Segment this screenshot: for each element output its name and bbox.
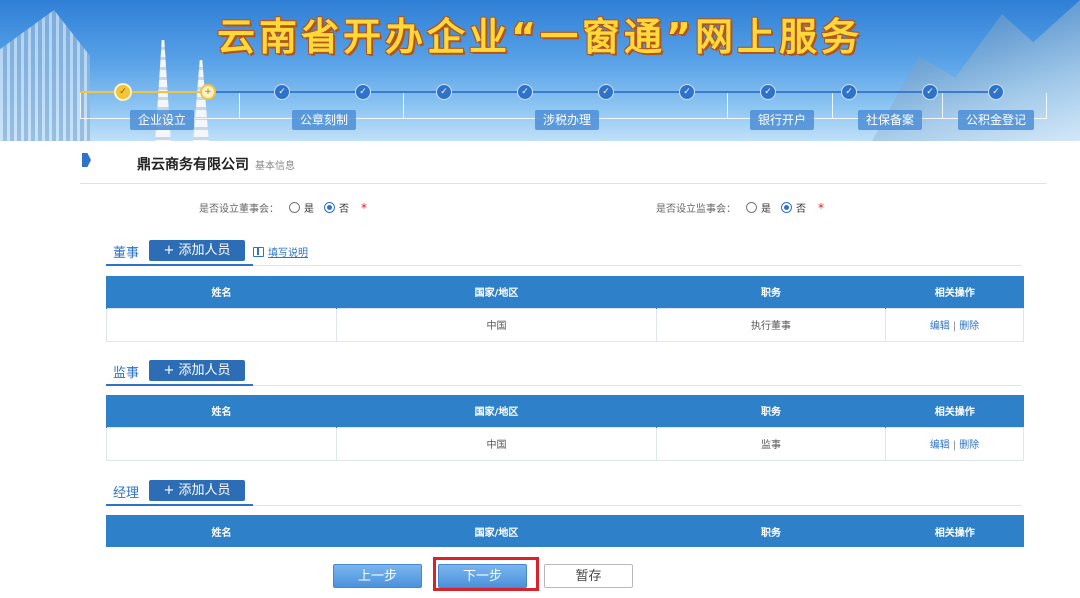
board-no-radio[interactable] (324, 202, 335, 213)
divider (253, 265, 1022, 266)
column-header-actions: 相关操作 (885, 515, 1024, 547)
column-header-actions: 相关操作 (885, 276, 1024, 308)
fill-instructions-link[interactable]: 填写说明 (253, 244, 308, 259)
add-manager-button[interactable]: + 添加人员 (149, 480, 245, 501)
delete-link[interactable]: 删除 (959, 321, 979, 332)
cell-name (106, 307, 337, 342)
previous-step-button[interactable]: 上一步 (333, 564, 422, 588)
board-no-label: 否 (339, 204, 349, 215)
current-step-icon: + (200, 84, 216, 100)
cell-country: 中国 (336, 307, 657, 342)
column-header-name: 姓名 (106, 515, 337, 547)
supervisor-board-question-label: 是否设立监事会： (656, 204, 736, 215)
header-banner: 云南省开办企业“一窗通”网上服务 ✓ + ✓ ✓ ✓ ✓ ✓ ✓ ✓ ✓ ✓ ✓… (0, 0, 1080, 141)
cell-name (106, 426, 337, 461)
supervisor-board-yes-radio[interactable] (746, 202, 757, 213)
column-header-country: 国家/地区 (336, 395, 657, 427)
company-subtitle: 基本信息 (255, 161, 295, 172)
supervisor-board-yes-label: 是 (761, 204, 771, 215)
step-label-social-security[interactable]: 社保备案 (858, 110, 923, 130)
table-row: 中国 监事 编辑 | 删除 (106, 426, 1024, 461)
edit-link[interactable]: 编辑 (930, 321, 950, 332)
cell-country: 中国 (336, 426, 657, 461)
check-icon: ✓ (274, 84, 290, 100)
check-icon: ✓ (114, 83, 132, 101)
managers-table: 姓名 国家/地区 职务 相关操作 (106, 515, 1024, 547)
check-icon: ✓ (436, 84, 452, 100)
separator: | (952, 440, 957, 451)
column-header-actions: 相关操作 (885, 395, 1024, 427)
divider (253, 385, 1022, 386)
book-icon (253, 246, 264, 257)
check-icon: ✓ (679, 84, 695, 100)
table-header-row: 姓名 国家/地区 职务 相关操作 (106, 395, 1024, 427)
edit-link[interactable]: 编辑 (930, 440, 950, 451)
company-name: 鼎云商务有限公司 (137, 157, 249, 173)
check-icon: ✓ (598, 84, 614, 100)
directors-tab-underline (106, 264, 253, 266)
step-label-bank[interactable]: 银行开户 (750, 110, 815, 130)
check-icon: ✓ (355, 84, 371, 100)
highlight-box (433, 557, 539, 591)
divider (80, 183, 1047, 184)
column-header-name: 姓名 (106, 276, 337, 308)
check-icon: ✓ (922, 84, 938, 100)
separator: | (952, 321, 957, 332)
managers-section-title: 经理 (113, 486, 140, 501)
supervisors-tab-underline (106, 384, 253, 386)
board-yes-label: 是 (304, 204, 314, 215)
supervisors-section-title: 监事 (113, 366, 140, 381)
cell-position: 执行董事 (656, 307, 886, 342)
board-yes-radio[interactable] (289, 202, 300, 213)
supervisor-board-no-label: 否 (796, 204, 806, 215)
board-question-label: 是否设立董事会： (199, 204, 279, 215)
save-draft-button[interactable]: 暂存 (544, 564, 633, 588)
section-marker-icon (82, 153, 91, 167)
column-header-position: 职务 (656, 395, 886, 427)
column-header-position: 职务 (656, 515, 886, 547)
fill-instructions-label: 填写说明 (268, 248, 308, 259)
column-header-country: 国家/地区 (336, 515, 657, 547)
check-icon: ✓ (517, 84, 533, 100)
column-header-name: 姓名 (106, 395, 337, 427)
required-marker: * (818, 200, 824, 215)
add-supervisor-button[interactable]: + 添加人员 (149, 360, 245, 381)
supervisors-table: 姓名 国家/地区 职务 相关操作 中国 监事 编辑 | 删除 (106, 395, 1024, 461)
step-label-company-setup[interactable]: 企业设立 (130, 110, 195, 130)
directors-table: 姓名 国家/地区 职务 相关操作 中国 执行董事 编辑 | 删除 (106, 276, 1024, 342)
column-header-position: 职务 (656, 276, 886, 308)
check-icon: ✓ (760, 84, 776, 100)
step-label-seal[interactable]: 公章刻制 (292, 110, 357, 130)
board-question: 是否设立董事会： 是 否 * (199, 200, 367, 216)
check-icon: ✓ (988, 84, 1004, 100)
add-director-button[interactable]: + 添加人员 (149, 240, 245, 261)
required-marker: * (361, 200, 367, 215)
column-header-country: 国家/地区 (336, 276, 657, 308)
delete-link[interactable]: 删除 (959, 440, 979, 451)
directors-section-title: 董事 (113, 246, 140, 261)
managers-tab-underline (106, 504, 253, 506)
table-row: 中国 执行董事 编辑 | 删除 (106, 307, 1024, 342)
check-icon: ✓ (841, 84, 857, 100)
table-header-row: 姓名 国家/地区 职务 相关操作 (106, 515, 1024, 547)
cell-actions: 编辑 | 删除 (885, 426, 1024, 461)
supervisor-board-no-radio[interactable] (781, 202, 792, 213)
supervisor-board-question: 是否设立监事会： 是 否 * (656, 200, 824, 216)
banner-title: 云南省开办企业“一窗通”网上服务 (217, 15, 863, 59)
table-header-row: 姓名 国家/地区 职务 相关操作 (106, 276, 1024, 308)
step-label-tax[interactable]: 涉税办理 (535, 110, 600, 130)
cell-actions: 编辑 | 删除 (885, 307, 1024, 342)
step-label-housing-fund[interactable]: 公积金登记 (958, 110, 1035, 130)
divider (253, 505, 1022, 506)
cell-position: 监事 (656, 426, 886, 461)
